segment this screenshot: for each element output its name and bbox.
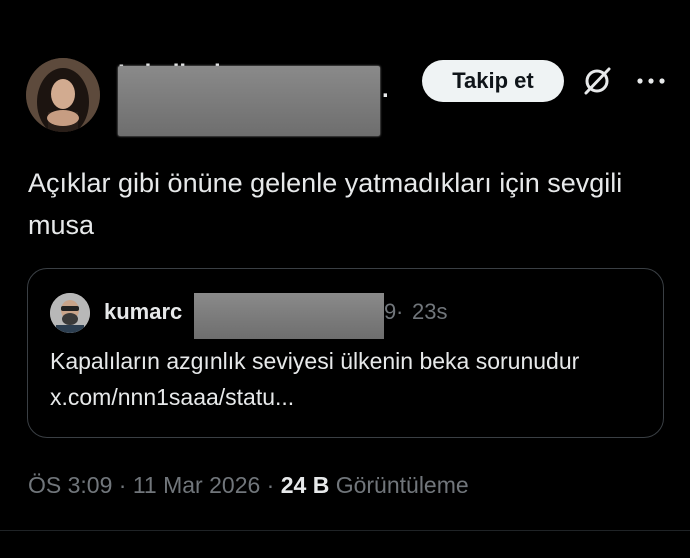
more-options-icon[interactable] — [636, 76, 666, 86]
quoted-author-avatar[interactable] — [50, 293, 90, 333]
redaction-box — [194, 293, 384, 339]
quoted-tweet-text: Kapalıların azgınlık seviyesi ülkenin be… — [50, 348, 580, 410]
redaction-box — [118, 66, 380, 136]
quoted-time[interactable]: 23s — [412, 299, 447, 325]
views-count[interactable]: 24 B — [281, 472, 330, 498]
separator: · — [396, 299, 404, 324]
quoted-author-name[interactable]: kumarc — [104, 299, 182, 325]
follow-button[interactable]: Takip et — [422, 60, 564, 102]
tweet-meta: ÖS 3:09 · 11 Mar 2026 · 24 B Görüntüleme — [28, 472, 469, 499]
tweet-text: Açıklar gibi önüne gelenle yatmadıkları … — [28, 168, 623, 240]
quoted-handle-fragment: 9 — [384, 299, 397, 324]
divider — [0, 530, 690, 531]
quoted-tweet-card[interactable]: kumarc 9 · 23s Kapalıların azgınlık sevi… — [27, 268, 664, 438]
tweet-time[interactable]: ÖS 3:09 — [28, 472, 112, 498]
separator: · — [118, 472, 127, 498]
tweet-date[interactable]: 11 Mar 2026 — [133, 472, 260, 498]
grok-icon[interactable] — [580, 64, 614, 98]
name-trailing-dot: . — [382, 76, 389, 103]
views-label[interactable]: Görüntüleme — [336, 472, 469, 498]
author-avatar[interactable] — [26, 58, 100, 132]
separator: · — [266, 472, 275, 498]
